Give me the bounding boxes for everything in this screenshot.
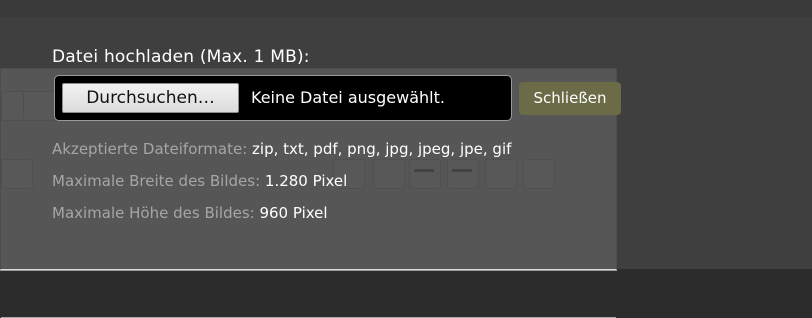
- accepted-formats-value: zip, txt, pdf, png, jpg, jpeg, jpe, gif: [252, 140, 512, 158]
- close-button[interactable]: Schließen: [519, 82, 621, 115]
- accepted-formats-line: Akzeptierte Dateiformate: zip, txt, pdf,…: [52, 140, 511, 158]
- max-height-label: Maximale Höhe des Bildes:: [52, 204, 255, 222]
- max-height-value: 960 Pixel: [259, 204, 328, 222]
- file-status-text: Keine Datei ausgewählt.: [251, 88, 445, 107]
- file-upload-input[interactable]: Durchsuchen… Keine Datei ausgewählt.: [54, 75, 512, 121]
- max-height-line: Maximale Höhe des Bildes: 960 Pixel: [52, 204, 328, 222]
- max-width-value: 1.280 Pixel: [264, 172, 348, 190]
- browse-button[interactable]: Durchsuchen…: [62, 83, 239, 113]
- dialog-title: Datei hochladen (Max. 1 MB):: [52, 47, 310, 67]
- accepted-formats-label: Akzeptierte Dateiformate:: [52, 140, 248, 158]
- max-width-label: Maximale Breite des Bildes:: [52, 172, 261, 190]
- max-width-line: Maximale Breite des Bildes: 1.280 Pixel: [52, 172, 347, 190]
